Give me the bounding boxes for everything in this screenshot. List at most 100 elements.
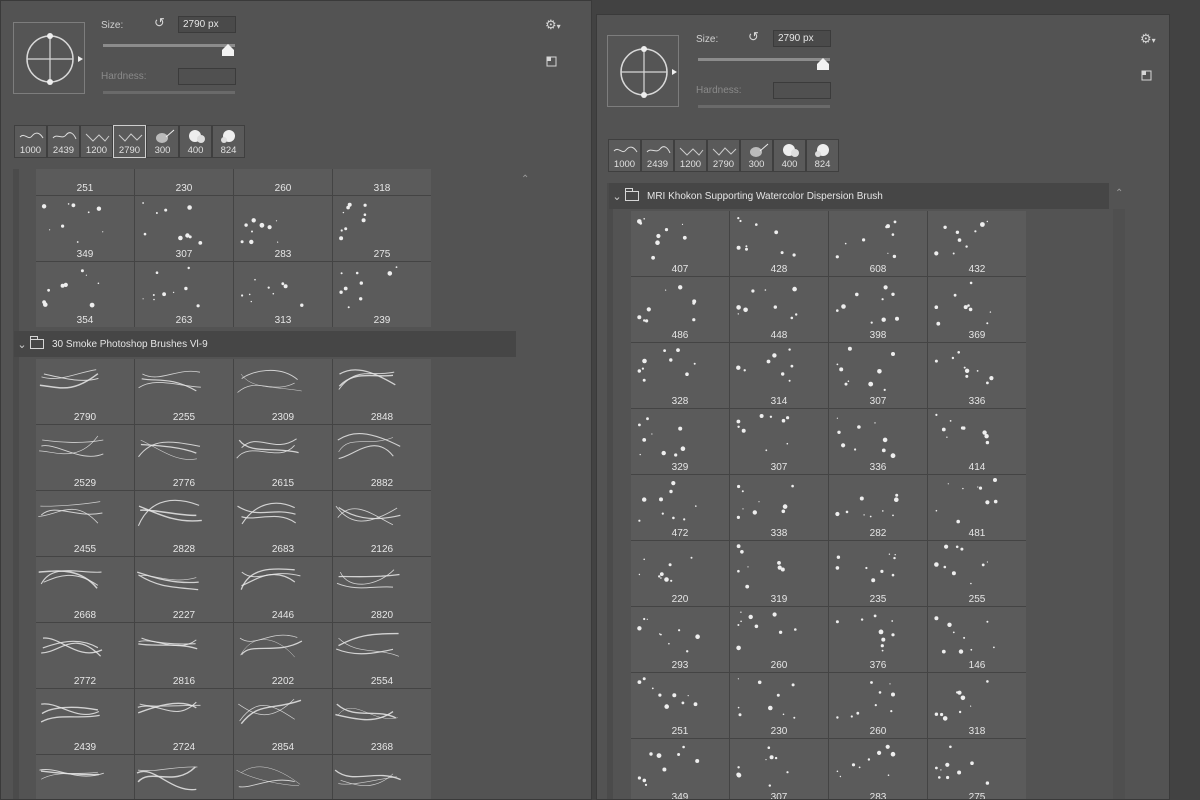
brush-tile[interactable]: 146 (928, 607, 1026, 672)
reset-size-icon[interactable]: ↺ (154, 15, 165, 31)
brush-tile[interactable]: 376 (829, 607, 927, 672)
brush-tile[interactable]: 338 (730, 475, 828, 540)
brush-tile[interactable]: 230 (730, 673, 828, 738)
brush-tip-preview[interactable] (13, 22, 85, 94)
brush-tile[interactable]: 251 (631, 673, 729, 738)
brush-tile[interactable]: 2615 (234, 425, 332, 490)
brush-tile[interactable]: 2854 (234, 689, 332, 754)
brush-angle-icon[interactable] (14, 23, 86, 95)
brush-tile[interactable] (135, 755, 233, 799)
brush-tile[interactable]: 255 (928, 541, 1026, 606)
reset-size-icon[interactable]: ↺ (748, 29, 759, 45)
brush-tile[interactable]: 369 (928, 277, 1026, 342)
brush-tile[interactable]: 282 (829, 475, 927, 540)
recent-brush-1200[interactable]: 1200 (674, 139, 707, 172)
scroll-up-icon[interactable]: ⌃ (1115, 188, 1123, 199)
brush-tile[interactable]: 2816 (135, 623, 233, 688)
brush-tile[interactable]: 2255 (135, 359, 233, 424)
brush-tile[interactable]: 398 (829, 277, 927, 342)
brush-tile[interactable]: 2683 (234, 491, 332, 556)
brush-tile[interactable]: 307 (730, 739, 828, 799)
brush-tile[interactable]: 235 (829, 541, 927, 606)
scroll-up-icon[interactable]: ⌃ (521, 174, 529, 185)
recent-brush-300[interactable]: 300 (740, 139, 773, 172)
scrollbar[interactable] (1113, 209, 1125, 799)
brush-tile[interactable]: 314 (730, 343, 828, 408)
brush-tile[interactable]: 2439 (36, 689, 134, 754)
brush-folder-watercolor[interactable]: ⌄ MRI Khokon Supporting Watercolor Dispe… (609, 183, 1109, 209)
recent-brush-824[interactable]: 824 (212, 125, 245, 158)
brush-tile[interactable]: 2828 (135, 491, 233, 556)
recent-brush-400[interactable]: 400 (773, 139, 806, 172)
brush-tile[interactable]: 275 (333, 196, 431, 261)
brush-tile[interactable]: 407 (631, 211, 729, 276)
brush-tile[interactable]: 2446 (234, 557, 332, 622)
brush-tile[interactable]: 2126 (333, 491, 431, 556)
brush-tile[interactable]: 318 (333, 169, 431, 195)
brush-tile[interactable]: 220 (631, 541, 729, 606)
brush-tile[interactable]: 2529 (36, 425, 134, 490)
brush-tile[interactable]: 318 (928, 673, 1026, 738)
gear-icon[interactable]: ⚙▾ (545, 17, 561, 33)
brush-tile[interactable]: 414 (928, 409, 1026, 474)
brush-tile[interactable]: 2820 (333, 557, 431, 622)
brush-tile[interactable]: 2724 (135, 689, 233, 754)
brush-tile[interactable]: 319 (730, 541, 828, 606)
brush-tile[interactable]: 328 (631, 343, 729, 408)
recent-brush-300[interactable]: 300 (146, 125, 179, 158)
recent-brush-1000[interactable]: 1000 (608, 139, 641, 172)
chevron-down-icon[interactable]: ⌄ (14, 338, 30, 351)
brush-tip-preview[interactable] (607, 35, 679, 107)
brush-tile[interactable]: 336 (928, 343, 1026, 408)
recent-brush-400[interactable]: 400 (179, 125, 212, 158)
brush-tile[interactable]: 349 (36, 196, 134, 261)
new-preset-icon[interactable] (546, 56, 557, 67)
brush-tile[interactable]: 307 (730, 409, 828, 474)
brush-angle-icon[interactable] (608, 36, 680, 108)
brush-tile[interactable]: 428 (730, 211, 828, 276)
brush-tile[interactable]: 260 (829, 673, 927, 738)
brush-tile[interactable]: 2309 (234, 359, 332, 424)
recent-brush-1000[interactable]: 1000 (14, 125, 47, 158)
brush-tile[interactable]: 354 (36, 262, 134, 327)
brush-tile[interactable]: 448 (730, 277, 828, 342)
brush-tile[interactable]: 283 (829, 739, 927, 799)
gear-icon[interactable]: ⚙▾ (1140, 31, 1156, 47)
brush-tile[interactable]: 486 (631, 277, 729, 342)
recent-brush-1200[interactable]: 1200 (80, 125, 113, 158)
brush-tile[interactable]: 293 (631, 607, 729, 672)
brush-tile[interactable]: 260 (730, 607, 828, 672)
brush-tile[interactable]: 275 (928, 739, 1026, 799)
brush-tile[interactable]: 307 (135, 196, 233, 261)
brush-tile[interactable]: 336 (829, 409, 927, 474)
brush-tile[interactable]: 432 (928, 211, 1026, 276)
brush-tile[interactable]: 481 (928, 475, 1026, 540)
size-input[interactable]: 2790 px (178, 16, 236, 33)
brush-tile[interactable]: 2554 (333, 623, 431, 688)
brush-tile[interactable]: 230 (135, 169, 233, 195)
brush-tile[interactable]: 307 (829, 343, 927, 408)
brush-tile[interactable] (333, 755, 431, 799)
brush-tile[interactable]: 2772 (36, 623, 134, 688)
recent-brush-2790[interactable]: 2790 (707, 139, 740, 172)
chevron-down-icon[interactable]: ⌄ (609, 190, 625, 203)
brush-tile[interactable]: 263 (135, 262, 233, 327)
size-slider-thumb[interactable] (816, 57, 830, 71)
brush-tile[interactable]: 2882 (333, 425, 431, 490)
brush-tile[interactable]: 2455 (36, 491, 134, 556)
brush-tile[interactable]: 283 (234, 196, 332, 261)
size-input[interactable]: 2790 px (773, 30, 831, 47)
brush-tile[interactable]: 2227 (135, 557, 233, 622)
brush-tile[interactable]: 472 (631, 475, 729, 540)
size-slider-thumb[interactable] (221, 43, 235, 57)
brush-tile[interactable] (234, 755, 332, 799)
size-slider[interactable] (698, 58, 830, 61)
brush-tile[interactable]: 260 (234, 169, 332, 195)
brush-tile[interactable]: 2848 (333, 359, 431, 424)
brush-tile[interactable]: 2790 (36, 359, 134, 424)
recent-brush-824[interactable]: 824 (806, 139, 839, 172)
brush-tile[interactable]: 313 (234, 262, 332, 327)
brush-tile[interactable] (36, 755, 134, 799)
recent-brush-2439[interactable]: 2439 (47, 125, 80, 158)
brush-tile[interactable]: 2668 (36, 557, 134, 622)
